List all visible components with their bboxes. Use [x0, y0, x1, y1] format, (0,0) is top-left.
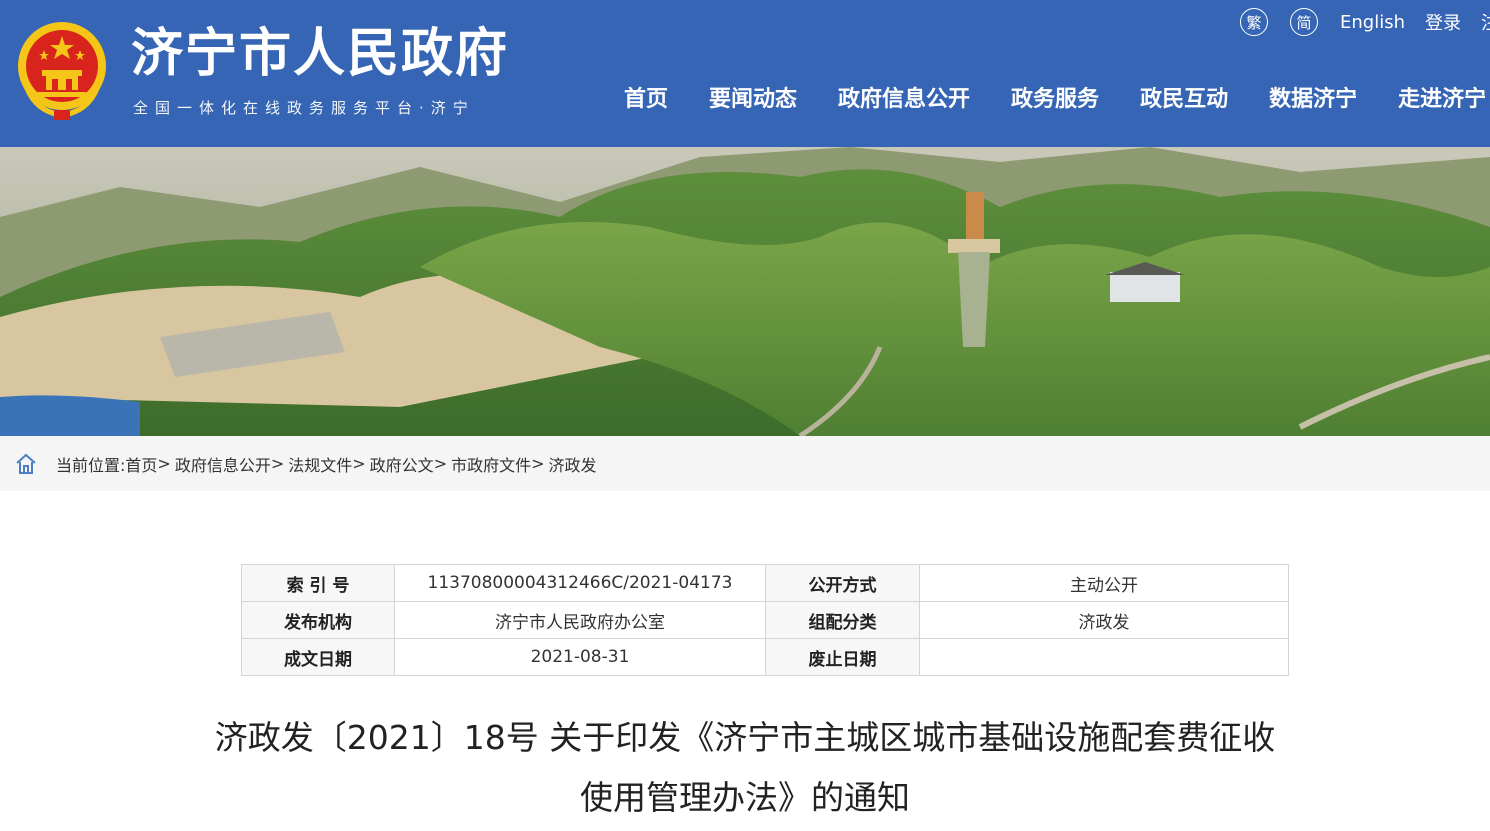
expiry-date-value: [919, 638, 1289, 676]
nav-gov-info[interactable]: 政府信息公开: [838, 82, 970, 118]
breadcrumb-separator: >: [270, 454, 285, 473]
publisher-label: 发布机构: [241, 601, 395, 639]
breadcrumb-separator: >: [157, 454, 171, 473]
expiry-date-label: 废止日期: [765, 638, 920, 676]
document-title-line-2: 使用管理办法》的通知: [580, 778, 910, 817]
index-number-value: 11370800004312466C/2021-04173: [394, 564, 766, 602]
landscape-banner: 搜索: [0, 147, 1490, 436]
table-row: 索 引 号 11370800004312466C/2021-04173 公开方式…: [241, 564, 1289, 602]
landscape-image: [0, 147, 1490, 436]
login-link[interactable]: 登录: [1425, 9, 1461, 35]
creation-date-label: 成文日期: [241, 638, 395, 676]
traditional-chinese-button[interactable]: 繁: [1240, 8, 1268, 36]
nav-services[interactable]: 政务服务: [1011, 82, 1099, 118]
site-header: 济宁市人民政府 全国一体化在线政务服务平台·济宁 繁 简 English 登录 …: [0, 0, 1490, 147]
document-title: 济政发〔2021〕18号 关于印发《济宁市主城区城市基础设施配套费征收 使用管理…: [180, 708, 1310, 828]
publisher-value: 济宁市人民政府办公室: [394, 601, 766, 639]
creation-date-value: 2021-08-31: [394, 638, 766, 676]
category-label: 组配分类: [765, 601, 920, 639]
site-title[interactable]: 济宁市人民政府: [131, 22, 509, 86]
document-meta-table: 索 引 号 11370800004312466C/2021-04173 公开方式…: [241, 564, 1289, 676]
main-nav: 首页 要闻动态 政府信息公开 政务服务 政民互动 数据济宁 走进济宁: [624, 82, 1490, 118]
index-number-label: 索 引 号: [241, 564, 395, 602]
table-row: 成文日期 2021-08-31 废止日期: [241, 638, 1289, 676]
document-title-line-1: 济政发〔2021〕18号 关于印发《济宁市主城区城市基础设施配套费征收: [214, 718, 1276, 757]
disclosure-method-value: 主动公开: [919, 564, 1289, 602]
breadcrumb-separator: >: [531, 454, 545, 473]
register-link[interactable]: 注: [1481, 9, 1490, 35]
nav-news[interactable]: 要闻动态: [709, 82, 797, 118]
breadcrumb-separator: >: [352, 454, 366, 473]
breadcrumb-item-gov-info[interactable]: 政府信息公开: [175, 452, 271, 476]
nav-data[interactable]: 数据济宁: [1269, 82, 1357, 118]
simplified-chinese-button[interactable]: 简: [1290, 8, 1318, 36]
breadcrumb-item-home[interactable]: 首页: [125, 452, 157, 476]
breadcrumb-item-regulations[interactable]: 法规文件: [288, 452, 352, 476]
home-icon[interactable]: [14, 452, 38, 476]
breadcrumb-item-city-documents[interactable]: 市政府文件: [451, 452, 531, 476]
nav-interaction[interactable]: 政民互动: [1140, 82, 1228, 118]
site-subtitle: 全国一体化在线政务服务平台·济宁: [133, 99, 475, 117]
category-value: 济政发: [919, 601, 1289, 639]
disclosure-method-label: 公开方式: [765, 564, 920, 602]
top-links: 繁 简 English 登录 注: [1240, 6, 1490, 38]
breadcrumb-prefix: 当前位置:: [56, 455, 126, 475]
national-emblem-icon[interactable]: [14, 18, 110, 122]
breadcrumb-separator: >: [433, 454, 448, 473]
breadcrumb-item-gov-documents[interactable]: 政府公文: [370, 452, 434, 476]
breadcrumb: 当前位置: 首页 > 政府信息公开 > 法规文件 > 政府公文 > 市政府文件 > 济政发: [0, 436, 1490, 491]
nav-about[interactable]: 走进济宁: [1398, 82, 1486, 118]
breadcrumb-item-current[interactable]: 济政发: [549, 452, 597, 476]
nav-home[interactable]: 首页: [624, 82, 668, 118]
english-link[interactable]: English: [1340, 12, 1405, 33]
table-row: 发布机构 济宁市人民政府办公室 组配分类 济政发: [241, 601, 1289, 639]
